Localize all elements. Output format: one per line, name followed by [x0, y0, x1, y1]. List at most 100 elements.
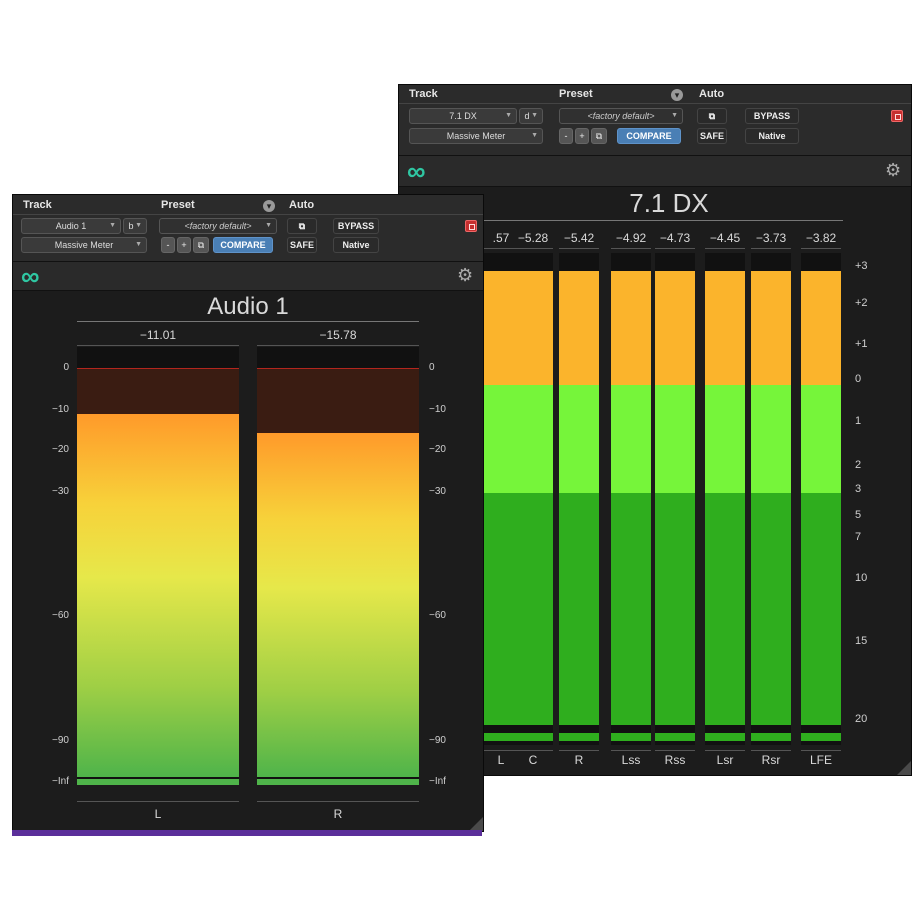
channel-label: Rsr [761, 753, 781, 767]
native-button[interactable]: Native [745, 128, 799, 144]
preset-menu-icon[interactable]: ▾ [263, 200, 275, 212]
zone-green [655, 493, 695, 725]
zone-green [751, 493, 791, 725]
gear-icon[interactable]: ⚙ [457, 266, 473, 284]
zone-green [801, 493, 841, 725]
scale-label: 5 [855, 509, 862, 521]
track-name: Audio 1 [55, 221, 87, 231]
channel-underline [257, 801, 419, 802]
preset-select[interactable]: <factory default> ▼ [159, 218, 277, 234]
stop-icon[interactable] [465, 220, 477, 232]
copy-icon[interactable]: ⧉ [591, 128, 607, 144]
plugin-name: Massive Meter [54, 240, 114, 250]
zone-orange [513, 271, 553, 385]
channel-underline [655, 750, 695, 751]
stop-icon[interactable] [891, 110, 903, 122]
floor-bar [559, 733, 599, 741]
safe-button[interactable]: SAFE [697, 128, 727, 144]
bypass-button[interactable]: BYPASS [333, 218, 379, 234]
floor-bar [513, 733, 553, 741]
channel-underline [801, 750, 841, 751]
resize-handle[interactable] [897, 761, 911, 775]
scale-label-left: −30 [52, 486, 69, 497]
preset-next-button[interactable]: + [575, 128, 589, 144]
scale-label-right: −90 [429, 735, 446, 746]
floor-bar [801, 733, 841, 741]
chevron-down-icon: ▼ [109, 222, 116, 229]
zone-lime [559, 385, 599, 493]
preset-menu-icon[interactable]: ▾ [671, 89, 683, 101]
chevron-down-icon: ▼ [531, 112, 538, 119]
track-slot: d [524, 111, 530, 121]
peak-readout: −5.42 [563, 231, 595, 245]
scale-label: 1 [855, 415, 862, 427]
peak-underline [655, 248, 695, 249]
preset-prev-button[interactable]: - [161, 237, 175, 253]
scale-label-right: −20 [429, 444, 446, 455]
scale-label: 2 [855, 459, 862, 471]
scale-label: +3 [855, 260, 868, 272]
chevron-down-icon: ▼ [531, 132, 538, 139]
auto-copy-icon[interactable]: ⧉ [287, 218, 317, 234]
peak-readout: −5.28 [517, 231, 549, 245]
scale-label: 20 [855, 713, 868, 725]
scale-label-right: −60 [429, 610, 446, 621]
header-divider [399, 103, 911, 104]
copy-icon[interactable]: ⧉ [193, 237, 209, 253]
channel-underline [559, 750, 599, 751]
channel-underline [611, 750, 651, 751]
preset-prev-button[interactable]: - [559, 128, 573, 144]
channel-label: Rss [664, 753, 686, 767]
zone-orange [611, 271, 651, 385]
chevron-down-icon: ▼ [135, 241, 142, 248]
scale-label-right: −Inf [429, 776, 446, 787]
channel-label: LFE [809, 753, 832, 767]
level-fill [257, 433, 419, 777]
preset-select[interactable]: <factory default> ▼ [559, 108, 683, 124]
plugin-select[interactable]: Massive Meter ▼ [409, 128, 543, 144]
gear-icon[interactable]: ⚙ [885, 161, 901, 179]
compare-button[interactable]: COMPARE [617, 128, 681, 144]
peak-readout: −3.82 [805, 231, 837, 245]
floor-bar [257, 779, 419, 785]
track-select[interactable]: 7.1 DX ▼ [409, 108, 517, 124]
track-select[interactable]: Audio 1 ▼ [21, 218, 121, 234]
zone-lime [801, 385, 841, 493]
title-underline [77, 321, 419, 322]
zone-lime [705, 385, 745, 493]
channel-label: L [154, 807, 162, 821]
peak-underline [513, 248, 553, 249]
peak-readout: −15.78 [319, 328, 357, 342]
preset-value: <factory default> [184, 221, 252, 231]
compare-button[interactable]: COMPARE [213, 237, 273, 253]
channel-underline [751, 750, 791, 751]
scale-label-right: 0 [429, 362, 435, 373]
level-meter-c [513, 253, 553, 745]
plugin-select[interactable]: Massive Meter ▼ [21, 237, 147, 253]
channel-label: R [574, 753, 584, 767]
zone-lime [655, 385, 695, 493]
level-meter-r [559, 253, 599, 745]
auto-label: Auto [289, 199, 315, 211]
scale-label: 10 [855, 572, 868, 584]
native-button[interactable]: Native [333, 237, 379, 253]
level-meter-r [257, 347, 419, 785]
zone-green [611, 493, 651, 725]
bypass-button[interactable]: BYPASS [745, 108, 799, 124]
preset-label: Preset [161, 199, 195, 211]
track-slot-select[interactable]: b ▼ [123, 218, 147, 234]
safe-button[interactable]: SAFE [287, 237, 317, 253]
floor-bar [655, 733, 695, 741]
scale-label-left: −60 [52, 610, 69, 621]
auto-copy-icon[interactable]: ⧉ [697, 108, 727, 124]
track-slot-select[interactable]: d ▼ [519, 108, 543, 124]
level-meter-lsr [705, 253, 745, 745]
zone-orange [559, 271, 599, 385]
headroom-zone [77, 368, 239, 415]
preset-next-button[interactable]: + [177, 237, 191, 253]
resize-handle[interactable] [469, 817, 483, 831]
zone-lime [513, 385, 553, 493]
zone-green [559, 493, 599, 725]
meter-title: Audio 1 [207, 293, 289, 320]
floor-bar [705, 733, 745, 741]
